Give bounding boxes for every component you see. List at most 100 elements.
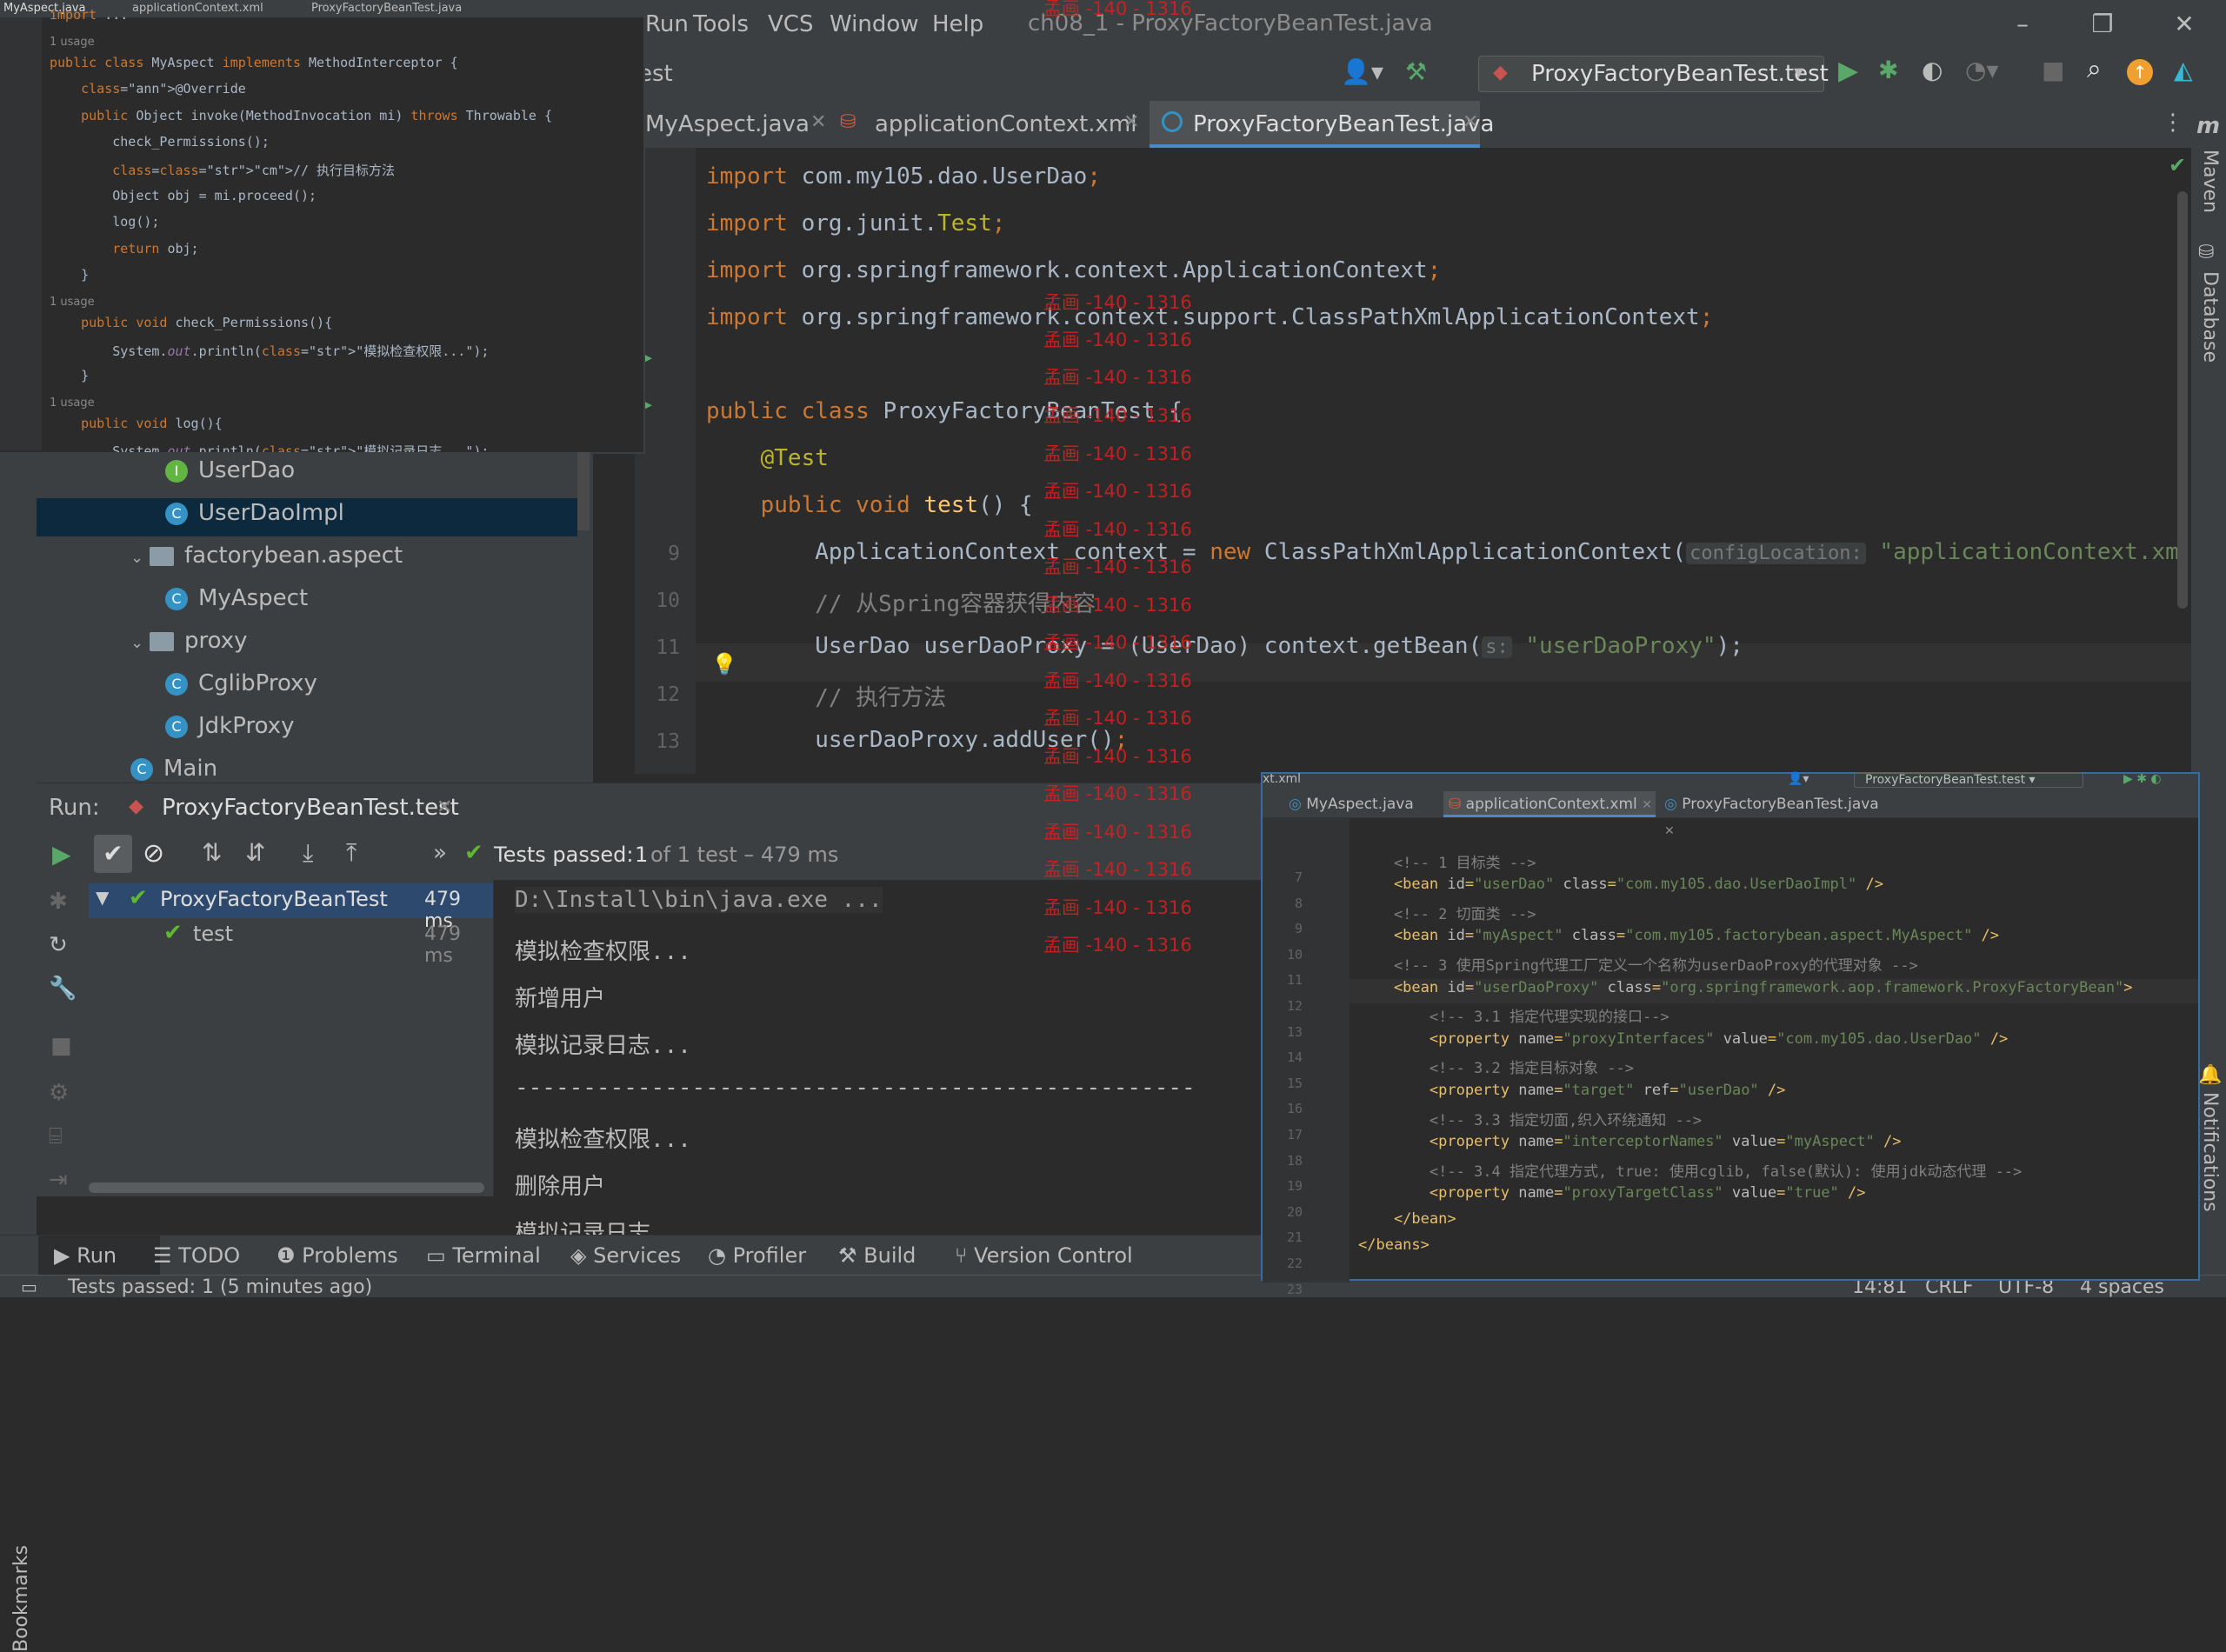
run-icon[interactable]: ▶ [1838, 56, 1858, 86]
profiler-tool-tab[interactable]: ◔ Profiler [708, 1243, 806, 1268]
run-tool-tab[interactable]: ▶ Run [54, 1243, 117, 1268]
debug-icon[interactable]: ✱ [49, 889, 68, 915]
chevron-down-icon[interactable]: ⌄ [130, 634, 150, 652]
sort-alpha-icon[interactable]: ⇅ [202, 838, 222, 867]
close-tab-icon[interactable]: ✕ [437, 796, 452, 818]
sort-duration-icon[interactable]: ⇵ [245, 838, 265, 867]
minimize-icon[interactable]: – [2005, 7, 2040, 42]
tree-item-userdao[interactable]: I UserDao [165, 457, 295, 483]
tree-item-factorybean-aspect[interactable]: ⌄ factorybean.aspect [130, 543, 403, 569]
tree-scrollbar[interactable] [577, 452, 590, 530]
line-number: 23 [1286, 1281, 1303, 1297]
console-output[interactable]: D:\Install\bin\java.exe ... 模拟检查权限... 新增用户… [494, 880, 1261, 1247]
more-icon[interactable]: » [433, 840, 447, 866]
editor-scrollbar[interactable] [2177, 191, 2188, 609]
close-tab-icon[interactable]: ✕ [1123, 111, 1139, 133]
profiler-tool-label: Profiler [732, 1243, 807, 1268]
more-tabs-icon[interactable]: ⋮ [2162, 110, 2184, 136]
preview-tab-proxyfactorybeantest[interactable]: ProxyFactoryBeanTest.java [311, 2, 462, 15]
test-method-item[interactable]: test [193, 922, 233, 946]
coverage-icon[interactable]: ◐ [1922, 56, 1943, 84]
exit-icon[interactable]: ⇥ [49, 1167, 68, 1193]
collapse-all-icon[interactable]: ⤒ [346, 838, 357, 868]
close-icon[interactable]: ✕ [2167, 7, 2202, 42]
database-tab[interactable]: Database [2199, 271, 2221, 363]
status-message[interactable]: Tests passed: 1 (5 minutes ago) [68, 1276, 372, 1298]
status-toggle-icon[interactable]: ▭ [21, 1276, 37, 1297]
build-tool-tab[interactable]: ⚒ Build [838, 1243, 916, 1268]
preview-gutter: 7 8 9 10 11 12 13 14 15 16 17 18 19 20 21 22 23 [1263, 817, 1350, 1297]
menu-vcs[interactable]: VCS [768, 11, 813, 37]
build-hammer-icon[interactable]: ⚒ [1405, 57, 1427, 86]
tree-item-cglibproxy[interactable]: C CglibProxy [165, 670, 317, 696]
close-tab-icon[interactable]: ✕ [810, 111, 826, 133]
menu-help[interactable]: Help [932, 11, 983, 37]
menu-tools[interactable]: Tools [693, 11, 749, 37]
preview-tab-myaspect[interactable]: ◎ MyAspect.java ✕ [1289, 791, 1428, 838]
stop-icon[interactable]: ■ [50, 1033, 72, 1059]
bulb-icon[interactable]: 💡 [711, 652, 737, 676]
search-icon[interactable]: ⌕ [2087, 54, 2102, 84]
plugin-icon[interactable]: ◭ [2174, 56, 2193, 84]
tree-hscrollbar[interactable] [89, 1182, 484, 1193]
preview-run-config[interactable]: ProxyFactoryBeanTest.test ▾ [1854, 772, 2083, 788]
code-line: import ... [50, 7, 129, 23]
tree-item-myaspect[interactable]: C MyAspect [165, 585, 308, 611]
inspection-ok-icon[interactable]: ✔ [2169, 153, 2186, 177]
version-control-tool-tab[interactable]: ⑂ Version Control [955, 1243, 1133, 1268]
debug-icon[interactable]: ✱ [1878, 56, 1898, 84]
notifications-tab[interactable]: Notifications [2199, 1092, 2221, 1212]
user-icon[interactable]: 👤▾ [1341, 57, 1383, 86]
menu-window[interactable]: Window [830, 11, 919, 37]
tree-item-proxy[interactable]: ⌄ proxy [130, 628, 248, 654]
code-editor[interactable]: 91011121314151617 import com.my105.dao.U… [635, 148, 2191, 774]
wrench-icon[interactable]: 🔧 [49, 976, 77, 1002]
run-config-icon: ◆ [1493, 62, 1508, 83]
terminal-tool-tab[interactable]: ▭ Terminal [426, 1243, 541, 1268]
show-ignored-icon[interactable]: ⊘ [143, 838, 164, 869]
tab-label: MyAspect.java [1306, 796, 1414, 813]
maven-tab[interactable]: Maven [2199, 150, 2221, 213]
tab-myaspect[interactable]: MyAspect.java ✕ [645, 101, 826, 148]
camera-icon[interactable]: ⌸ [49, 1123, 63, 1150]
user-icon[interactable]: 👤▾ [1788, 772, 1809, 786]
test-class-item[interactable]: ProxyFactoryBeanTest [160, 887, 388, 911]
run-config-tab[interactable]: ProxyFactoryBeanTest.test [162, 795, 459, 821]
tab-label: ProxyFactoryBeanTest.java [1682, 796, 1879, 813]
rerun-icon[interactable]: ▶ [52, 840, 71, 869]
close-tab-icon[interactable]: ✕ [1463, 111, 1478, 133]
tree-item-main[interactable]: C Main [130, 756, 217, 782]
run-icon[interactable]: ▶ ✱ ◐ [2123, 772, 2162, 786]
problems-tool-tab[interactable]: ❶ Problems [277, 1243, 398, 1268]
maven-icon: m [2196, 113, 2221, 139]
problems-tool-label: Problems [302, 1243, 398, 1268]
chevron-down-icon[interactable]: ⌄ [130, 549, 150, 567]
tests-status-label: Tests passed: [494, 843, 634, 867]
tab-applicationcontext[interactable]: ⛁ applicationContext.xml ✕ [840, 101, 1139, 148]
run-config-selector[interactable]: ◆ ProxyFactoryBeanTest.test ▾ [1478, 56, 1829, 92]
restart-icon[interactable]: ↻ [49, 932, 68, 958]
stop-icon[interactable]: ■ [2042, 56, 2064, 84]
tab-proxyfactorybeantest[interactable]: ProxyFactoryBeanTest.java ✕ [1150, 101, 1494, 148]
preview-tab-proxyfactorybeantest[interactable]: ◎ ProxyFactoryBeanTest.java ✕ [1664, 791, 1890, 838]
show-passed-icon[interactable]: ✔ [94, 835, 132, 873]
services-tool-tab[interactable]: ◈ Services [570, 1243, 681, 1268]
console-line: 删除用户 [515, 1174, 606, 1200]
expand-all-icon[interactable]: ⤓ [303, 838, 313, 868]
menu-run[interactable]: Run [645, 11, 689, 37]
preview-tab-applicationcontext[interactable]: ⛁ applicationContext.xml ✕ [1443, 791, 1656, 817]
watermark-text: 孟画 -140 - 1316 [1043, 783, 1192, 804]
tree-item-label: Main [163, 756, 218, 782]
tree-item-userdaoimpl[interactable]: C UserDaoImpl [165, 500, 344, 526]
todo-tool-tab[interactable]: ☰ TODO [153, 1243, 240, 1268]
update-icon[interactable]: ↑ [2127, 59, 2153, 85]
class-icon: C [165, 672, 188, 696]
settings-icon[interactable]: ⚙ [49, 1080, 69, 1106]
preview-tab-applicationcontext[interactable]: applicationContext.xml [132, 2, 263, 15]
bookmarks-tab[interactable]: Bookmarks [10, 1545, 32, 1652]
profile-icon[interactable]: ◔▾ [1965, 56, 1999, 84]
chevron-down-icon[interactable]: ▼ [96, 887, 109, 908]
tree-item-jdkproxy[interactable]: C JdkProxy [165, 713, 294, 739]
maximize-icon[interactable]: ❐ [2085, 7, 2120, 42]
project-tree[interactable]: I UserDao C UserDaoImpl ⌄ factorybean.aspect C… [37, 452, 593, 824]
